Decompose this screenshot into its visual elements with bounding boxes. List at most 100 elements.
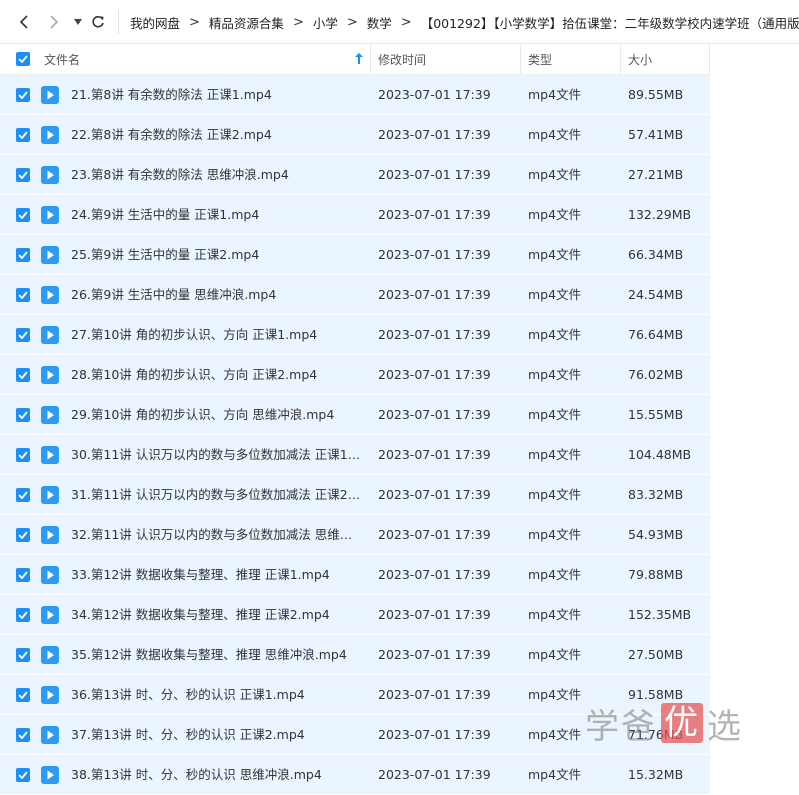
breadcrumb-item[interactable]: 数学 bbox=[367, 13, 392, 32]
column-header-type[interactable]: 类型 bbox=[528, 44, 552, 74]
row-checkbox[interactable] bbox=[16, 368, 30, 382]
video-file-icon bbox=[41, 166, 59, 184]
row-checkbox[interactable] bbox=[16, 768, 30, 782]
history-dropdown-button[interactable] bbox=[68, 12, 88, 32]
check-icon bbox=[18, 531, 28, 539]
file-modified-time: 2023-07-01 17:39 bbox=[378, 87, 491, 102]
file-size: 76.64MB bbox=[628, 327, 684, 342]
sort-ascending-icon[interactable] bbox=[355, 53, 363, 64]
file-name[interactable]: 31.第11讲 认识万以内的数与多位数加减法 正课2.m... bbox=[71, 475, 361, 515]
column-header-name[interactable]: 文件名 bbox=[44, 44, 80, 74]
file-modified-time: 2023-07-01 17:39 bbox=[378, 567, 491, 582]
file-modified-time: 2023-07-01 17:39 bbox=[378, 127, 491, 142]
column-divider[interactable] bbox=[370, 44, 371, 74]
row-checkbox[interactable] bbox=[16, 408, 30, 422]
file-name[interactable]: 37.第13讲 时、分、秒的认识 正课2.mp4 bbox=[71, 715, 361, 755]
file-row[interactable]: 38.第13讲 时、分、秒的认识 思维冲浪.mp4 2023-07-01 17:3… bbox=[0, 755, 710, 795]
file-name[interactable]: 34.第12讲 数据收集与整理、推理 正课2.mp4 bbox=[71, 595, 361, 635]
file-size: 15.55MB bbox=[628, 407, 684, 422]
row-checkbox[interactable] bbox=[16, 728, 30, 742]
video-file-icon bbox=[41, 486, 59, 504]
breadcrumb-item[interactable]: 【001292】【小学数学】拾伍课堂：二年级数学校内速学班（通用版） bbox=[421, 13, 799, 32]
check-icon bbox=[18, 251, 28, 259]
column-divider[interactable] bbox=[620, 44, 621, 74]
row-checkbox[interactable] bbox=[16, 128, 30, 142]
row-checkbox[interactable] bbox=[16, 528, 30, 542]
row-checkbox[interactable] bbox=[16, 568, 30, 582]
file-type: mp4文件 bbox=[528, 687, 582, 702]
file-name[interactable]: 32.第11讲 认识万以内的数与多位数加减法 思维冲浪... bbox=[71, 515, 361, 555]
forward-button[interactable] bbox=[44, 12, 64, 32]
row-checkbox[interactable] bbox=[16, 328, 30, 342]
file-name[interactable]: 28.第10讲 角的初步认识、方向 正课2.mp4 bbox=[71, 355, 361, 395]
row-checkbox[interactable] bbox=[16, 168, 30, 182]
file-row[interactable]: 27.第10讲 角的初步认识、方向 正课1.mp4 2023-07-01 17:3… bbox=[0, 315, 710, 355]
file-list: 21.第8讲 有余数的除法 正课1.mp4 2023-07-01 17:39 mp4… bbox=[0, 75, 799, 795]
file-type: mp4文件 bbox=[528, 367, 582, 382]
file-row[interactable]: 30.第11讲 认识万以内的数与多位数加减法 正课1.m... 2023-07-0… bbox=[0, 435, 710, 475]
file-size: 66.34MB bbox=[628, 247, 684, 262]
file-name[interactable]: 38.第13讲 时、分、秒的认识 思维冲浪.mp4 bbox=[71, 755, 361, 795]
breadcrumb-item[interactable]: 精品资源合集 bbox=[209, 13, 284, 32]
row-checkbox[interactable] bbox=[16, 448, 30, 462]
file-name[interactable]: 26.第9讲 生活中的量 思维冲浪.mp4 bbox=[71, 275, 361, 315]
breadcrumb-item[interactable]: 我的网盘 bbox=[130, 13, 180, 32]
file-row[interactable]: 26.第9讲 生活中的量 思维冲浪.mp4 2023-07-01 17:39 mp4… bbox=[0, 275, 710, 315]
row-checkbox[interactable] bbox=[16, 248, 30, 262]
file-row[interactable]: 34.第12讲 数据收集与整理、推理 正课2.mp4 2023-07-01 17:… bbox=[0, 595, 710, 635]
breadcrumb-separator-icon: > bbox=[346, 14, 358, 30]
file-row[interactable]: 33.第12讲 数据收集与整理、推理 正课1.mp4 2023-07-01 17:… bbox=[0, 555, 710, 595]
file-modified-time: 2023-07-01 17:39 bbox=[378, 647, 491, 662]
file-name[interactable]: 21.第8讲 有余数的除法 正课1.mp4 bbox=[71, 75, 361, 115]
row-checkbox[interactable] bbox=[16, 688, 30, 702]
file-row[interactable]: 22.第8讲 有余数的除法 正课2.mp4 2023-07-01 17:39 mp4… bbox=[0, 115, 710, 155]
file-name[interactable]: 25.第9讲 生活中的量 正课2.mp4 bbox=[71, 235, 361, 275]
file-row[interactable]: 21.第8讲 有余数的除法 正课1.mp4 2023-07-01 17:39 mp4… bbox=[0, 75, 710, 115]
row-checkbox[interactable] bbox=[16, 208, 30, 222]
file-name[interactable]: 30.第11讲 认识万以内的数与多位数加减法 正课1.m... bbox=[71, 435, 361, 475]
row-checkbox[interactable] bbox=[16, 288, 30, 302]
video-file-icon bbox=[41, 726, 59, 744]
breadcrumb-separator-icon: > bbox=[400, 14, 412, 30]
file-name[interactable]: 24.第9讲 生活中的量 正课1.mp4 bbox=[71, 195, 361, 235]
file-type: mp4文件 bbox=[528, 447, 582, 462]
file-row[interactable]: 35.第12讲 数据收集与整理、推理 思维冲浪.mp4 2023-07-01 17… bbox=[0, 635, 710, 675]
file-row[interactable]: 23.第8讲 有余数的除法 思维冲浪.mp4 2023-07-01 17:39 mp… bbox=[0, 155, 710, 195]
video-file-icon bbox=[41, 206, 59, 224]
row-checkbox[interactable] bbox=[16, 608, 30, 622]
file-row[interactable]: 28.第10讲 角的初步认识、方向 正课2.mp4 2023-07-01 17:3… bbox=[0, 355, 710, 395]
column-header-size[interactable]: 大小 bbox=[628, 44, 652, 74]
refresh-button[interactable] bbox=[88, 12, 108, 32]
column-header-time[interactable]: 修改时间 bbox=[378, 44, 426, 74]
row-checkbox[interactable] bbox=[16, 488, 30, 502]
file-name[interactable]: 33.第12讲 数据收集与整理、推理 正课1.mp4 bbox=[71, 555, 361, 595]
check-icon bbox=[18, 491, 28, 499]
row-checkbox[interactable] bbox=[16, 88, 30, 102]
file-type: mp4文件 bbox=[528, 727, 582, 742]
row-checkbox[interactable] bbox=[16, 648, 30, 662]
file-row[interactable]: 24.第9讲 生活中的量 正课1.mp4 2023-07-01 17:39 mp4文… bbox=[0, 195, 710, 235]
file-name[interactable]: 27.第10讲 角的初步认识、方向 正课1.mp4 bbox=[71, 315, 361, 355]
file-name[interactable]: 23.第8讲 有余数的除法 思维冲浪.mp4 bbox=[71, 155, 361, 195]
file-modified-time: 2023-07-01 17:39 bbox=[378, 727, 491, 742]
file-name[interactable]: 35.第12讲 数据收集与整理、推理 思维冲浪.mp4 bbox=[71, 635, 361, 675]
check-icon bbox=[18, 451, 28, 459]
file-type: mp4文件 bbox=[528, 487, 582, 502]
file-row[interactable]: 32.第11讲 认识万以内的数与多位数加减法 思维冲浪... 2023-07-01… bbox=[0, 515, 710, 555]
file-row[interactable]: 25.第9讲 生活中的量 正课2.mp4 2023-07-01 17:39 mp4文… bbox=[0, 235, 710, 275]
file-type: mp4文件 bbox=[528, 407, 582, 422]
file-name[interactable]: 29.第10讲 角的初步认识、方向 思维冲浪.mp4 bbox=[71, 395, 361, 435]
column-divider[interactable] bbox=[709, 44, 710, 74]
video-file-icon bbox=[41, 446, 59, 464]
file-name[interactable]: 36.第13讲 时、分、秒的认识 正课1.mp4 bbox=[71, 675, 361, 715]
file-row[interactable]: 31.第11讲 认识万以内的数与多位数加减法 正课2.m... 2023-07-0… bbox=[0, 475, 710, 515]
select-all-checkbox[interactable] bbox=[16, 44, 30, 74]
file-modified-time: 2023-07-01 17:39 bbox=[378, 287, 491, 302]
file-size: 57.41MB bbox=[628, 127, 684, 142]
file-row[interactable]: 29.第10讲 角的初步认识、方向 思维冲浪.mp4 2023-07-01 17:… bbox=[0, 395, 710, 435]
back-button[interactable] bbox=[14, 12, 34, 32]
video-file-icon bbox=[41, 246, 59, 264]
column-divider[interactable] bbox=[520, 44, 521, 74]
file-name[interactable]: 22.第8讲 有余数的除法 正课2.mp4 bbox=[71, 115, 361, 155]
breadcrumb-item[interactable]: 小学 bbox=[313, 13, 338, 32]
